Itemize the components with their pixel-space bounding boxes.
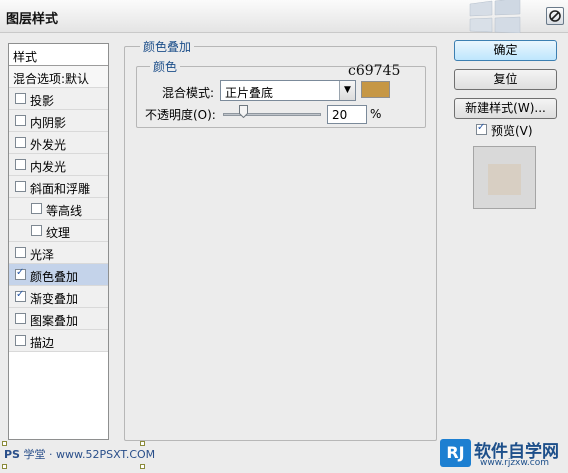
windows-logo-icon bbox=[469, 0, 521, 33]
watermark-left-logo: PS bbox=[4, 448, 20, 461]
style-item-checkbox[interactable] bbox=[15, 313, 26, 324]
style-item[interactable]: 外发光 bbox=[9, 132, 108, 154]
color-overlay-title: 颜色叠加 bbox=[140, 38, 195, 55]
style-list: 样式 混合选项:默认 投影内阴影外发光内发光斜面和浮雕等高线纹理光泽颜色叠加渐变… bbox=[8, 43, 109, 440]
watermark-right: RJ 软件自学网 www.rjzxw.com bbox=[440, 437, 565, 469]
preview-swatch bbox=[488, 164, 521, 195]
opacity-slider-thumb[interactable] bbox=[238, 105, 248, 118]
title-bar: 图层样式 bbox=[0, 0, 568, 33]
style-item-checkbox[interactable] bbox=[15, 247, 26, 258]
style-item[interactable]: 光泽 bbox=[9, 242, 108, 264]
style-item[interactable]: 内阴影 bbox=[9, 110, 108, 132]
style-item[interactable]: 颜色叠加 bbox=[9, 264, 108, 286]
style-item-label: 投影 bbox=[30, 94, 55, 108]
style-item-checkbox[interactable] bbox=[15, 93, 26, 104]
corner-marker bbox=[140, 464, 145, 469]
style-item[interactable]: 投影 bbox=[9, 88, 108, 110]
close-button[interactable] bbox=[546, 7, 564, 25]
style-item-label: 等高线 bbox=[46, 204, 83, 218]
blend-mode-label: 混合模式: bbox=[162, 86, 215, 100]
color-subgroup-title: 颜色 bbox=[150, 58, 181, 75]
close-icon bbox=[549, 10, 561, 22]
style-item[interactable]: 内发光 bbox=[9, 154, 108, 176]
watermark-left: PS 学堂 · www.52PSXT.COM bbox=[4, 446, 155, 462]
corner-marker bbox=[2, 464, 7, 469]
style-item[interactable]: 描边 bbox=[9, 330, 108, 352]
style-item-checkbox[interactable] bbox=[15, 181, 26, 192]
style-item-label: 内发光 bbox=[30, 160, 67, 174]
preview-label: 预览(V) bbox=[491, 124, 533, 138]
reset-button[interactable]: 复位 bbox=[454, 69, 557, 90]
style-item-label: 颜色叠加 bbox=[30, 270, 79, 284]
style-item-checkbox[interactable] bbox=[15, 289, 26, 302]
opacity-value: 20 bbox=[332, 108, 348, 122]
style-item[interactable]: 纹理 bbox=[9, 220, 108, 242]
style-item-checkbox[interactable] bbox=[15, 137, 26, 148]
blend-mode-select[interactable]: 正片叠底 ▼ bbox=[220, 80, 356, 101]
style-item-label: 内阴影 bbox=[30, 116, 67, 130]
chevron-down-icon[interactable]: ▼ bbox=[339, 81, 355, 100]
style-item-label: 描边 bbox=[30, 336, 55, 350]
color-swatch[interactable] bbox=[361, 81, 390, 98]
window-title: 图层样式 bbox=[6, 12, 59, 27]
opacity-input[interactable]: 20 bbox=[327, 105, 367, 124]
opacity-label: 不透明度(O): bbox=[145, 108, 216, 122]
style-item-checkbox[interactable] bbox=[15, 335, 26, 346]
watermark-left-text: 学堂 · www.52PSXT.COM bbox=[23, 448, 156, 461]
watermark-right-logo: RJ bbox=[440, 439, 471, 467]
style-item-label: 纹理 bbox=[46, 226, 71, 240]
style-item[interactable]: 图案叠加 bbox=[9, 308, 108, 330]
style-item-checkbox[interactable] bbox=[15, 159, 26, 170]
style-item-label: 外发光 bbox=[30, 138, 67, 152]
style-item[interactable]: 渐变叠加 bbox=[9, 286, 108, 308]
style-item[interactable]: 等高线 bbox=[9, 198, 108, 220]
style-item-label: 光泽 bbox=[30, 248, 55, 262]
watermark-right-url: www.rjzxw.com bbox=[480, 458, 549, 468]
preview-checkbox[interactable] bbox=[476, 122, 487, 135]
style-item-checkbox[interactable] bbox=[15, 115, 26, 126]
style-item-label: 渐变叠加 bbox=[30, 292, 79, 306]
style-item-label: 斜面和浮雕 bbox=[30, 182, 91, 196]
new-style-button[interactable]: 新建样式(W)... bbox=[454, 98, 557, 119]
style-list-header: 样式 bbox=[9, 44, 108, 66]
color-value-annotation: c69745 bbox=[348, 63, 401, 79]
blend-mode-value: 正片叠底 bbox=[225, 86, 274, 100]
blend-options-item[interactable]: 混合选项:默认 bbox=[9, 66, 108, 88]
style-item-checkbox[interactable] bbox=[31, 225, 42, 236]
style-item-checkbox[interactable] bbox=[31, 203, 42, 214]
preview-box bbox=[473, 146, 536, 209]
style-item-checkbox[interactable] bbox=[15, 267, 26, 280]
style-item[interactable]: 斜面和浮雕 bbox=[9, 176, 108, 198]
style-item-label: 图案叠加 bbox=[30, 314, 79, 328]
opacity-unit: % bbox=[370, 107, 382, 121]
ok-button[interactable]: 确定 bbox=[454, 40, 557, 61]
